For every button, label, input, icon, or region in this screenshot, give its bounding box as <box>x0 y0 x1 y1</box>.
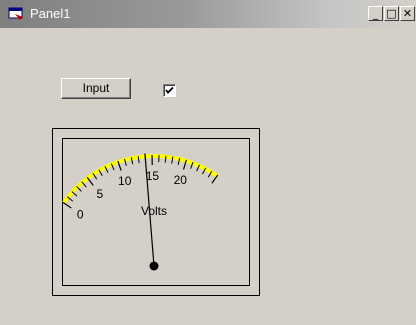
checkmark-icon <box>165 86 174 94</box>
voltmeter-gauge: 0 5 10 15 20 Volts <box>52 128 260 296</box>
close-button[interactable]: ✕ <box>400 6 415 21</box>
maximize-button[interactable]: □ <box>384 6 399 21</box>
needle-pivot <box>149 261 159 271</box>
panel-window: Panel1 _ □ ✕ Input 0 5 10 15 20 Volts <box>0 0 416 325</box>
app-icon <box>8 7 23 20</box>
checkbox[interactable] <box>163 84 176 97</box>
minimize-button[interactable]: _ <box>368 6 383 21</box>
input-button[interactable]: Input <box>61 78 131 99</box>
title-bar[interactable]: Panel1 _ □ ✕ <box>0 0 416 28</box>
scale-arc <box>62 154 219 205</box>
scale-labels: 05 10 15 20 <box>77 169 187 221</box>
major-tick <box>62 201 72 209</box>
scale-label: 20 <box>174 173 188 187</box>
window-title: Panel1 <box>30 6 71 21</box>
scale-label: 0 <box>77 207 84 221</box>
gauge-face: 05 10 15 20 Volts <box>52 128 260 296</box>
unit-label: Volts <box>141 204 167 218</box>
scale-label: 15 <box>146 169 160 183</box>
scale-label: 5 <box>96 187 103 201</box>
scale-label: 10 <box>118 174 132 188</box>
